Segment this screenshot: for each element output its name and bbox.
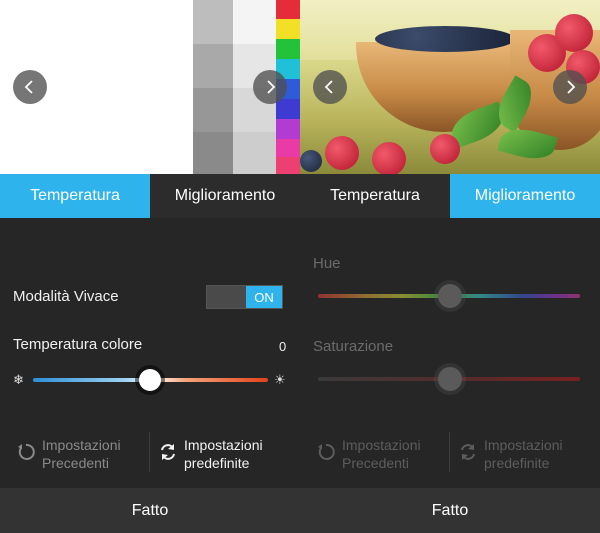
- vivid-mode-label: Modalità Vivace: [13, 288, 119, 305]
- hue-label: Hue: [313, 255, 341, 272]
- tab-miglioramento[interactable]: Miglioramento: [150, 174, 300, 218]
- reset-icon: [318, 443, 335, 460]
- chevron-right-icon: [567, 80, 576, 94]
- tab-temperatura[interactable]: Temperatura: [300, 174, 450, 218]
- previous-image-button[interactable]: [13, 70, 47, 104]
- previous-settings-button[interactable]: Impostazioni Precedenti: [316, 436, 421, 472]
- sun-icon: ☀: [274, 372, 286, 387]
- default-settings-button[interactable]: Impostazioni predefinite: [458, 436, 563, 472]
- tab-temperatura[interactable]: Temperatura: [0, 174, 150, 218]
- gray-scale-column-1: [193, 0, 233, 174]
- left-panel: Temperatura Miglioramento Modalità Vivac…: [0, 0, 300, 533]
- screen: Temperatura Miglioramento Modalità Vivac…: [0, 0, 600, 533]
- previous-image-button[interactable]: [313, 70, 347, 104]
- default-settings-label: Impostazioni predefinite: [484, 437, 563, 471]
- color-temperature-slider-thumb[interactable]: [139, 369, 161, 391]
- saturation-label: Saturazione: [313, 338, 394, 355]
- refresh-icon: [461, 444, 475, 460]
- tab-bar: Temperatura Miglioramento: [300, 174, 600, 218]
- enhancement-settings: Hue Saturazione Impostazioni Precedenti …: [300, 218, 600, 488]
- done-button[interactable]: Fatto: [300, 488, 600, 533]
- test-pattern-preview: [0, 0, 300, 174]
- chevron-left-icon: [24, 80, 33, 94]
- next-image-button[interactable]: [253, 70, 287, 104]
- tab-miglioramento[interactable]: Miglioramento: [450, 174, 600, 218]
- default-settings-label: Impostazioni predefinite: [184, 437, 263, 471]
- next-image-button[interactable]: [553, 70, 587, 104]
- saturation-slider-thumb[interactable]: [438, 367, 462, 391]
- previous-settings-label: Impostazioni Precedenti: [342, 437, 421, 471]
- right-panel: Temperatura Miglioramento Hue Saturazion…: [300, 0, 600, 533]
- previous-settings-button[interactable]: Impostazioni Precedenti: [16, 436, 121, 472]
- action-divider: [149, 432, 150, 472]
- temperature-settings: Modalità Vivace ON Temperatura colore 0 …: [0, 218, 300, 488]
- chevron-right-icon: [267, 80, 276, 94]
- default-settings-button[interactable]: Impostazioni predefinite: [158, 436, 263, 472]
- snowflake-icon: ❄: [13, 372, 24, 387]
- previous-settings-label: Impostazioni Precedenti: [42, 437, 121, 471]
- toggle-on-label: ON: [246, 286, 282, 308]
- photo-preview: [300, 0, 600, 174]
- hue-slider-thumb[interactable]: [438, 284, 462, 308]
- action-divider: [449, 432, 450, 472]
- color-temperature-value: 0: [279, 339, 287, 354]
- vivid-mode-toggle[interactable]: ON: [206, 285, 283, 309]
- color-temperature-label: Temperatura colore: [13, 336, 143, 353]
- refresh-icon: [161, 444, 175, 460]
- reset-icon: [18, 443, 35, 460]
- chevron-left-icon: [324, 80, 333, 94]
- tab-bar: Temperatura Miglioramento: [0, 174, 300, 218]
- done-button[interactable]: Fatto: [0, 488, 300, 533]
